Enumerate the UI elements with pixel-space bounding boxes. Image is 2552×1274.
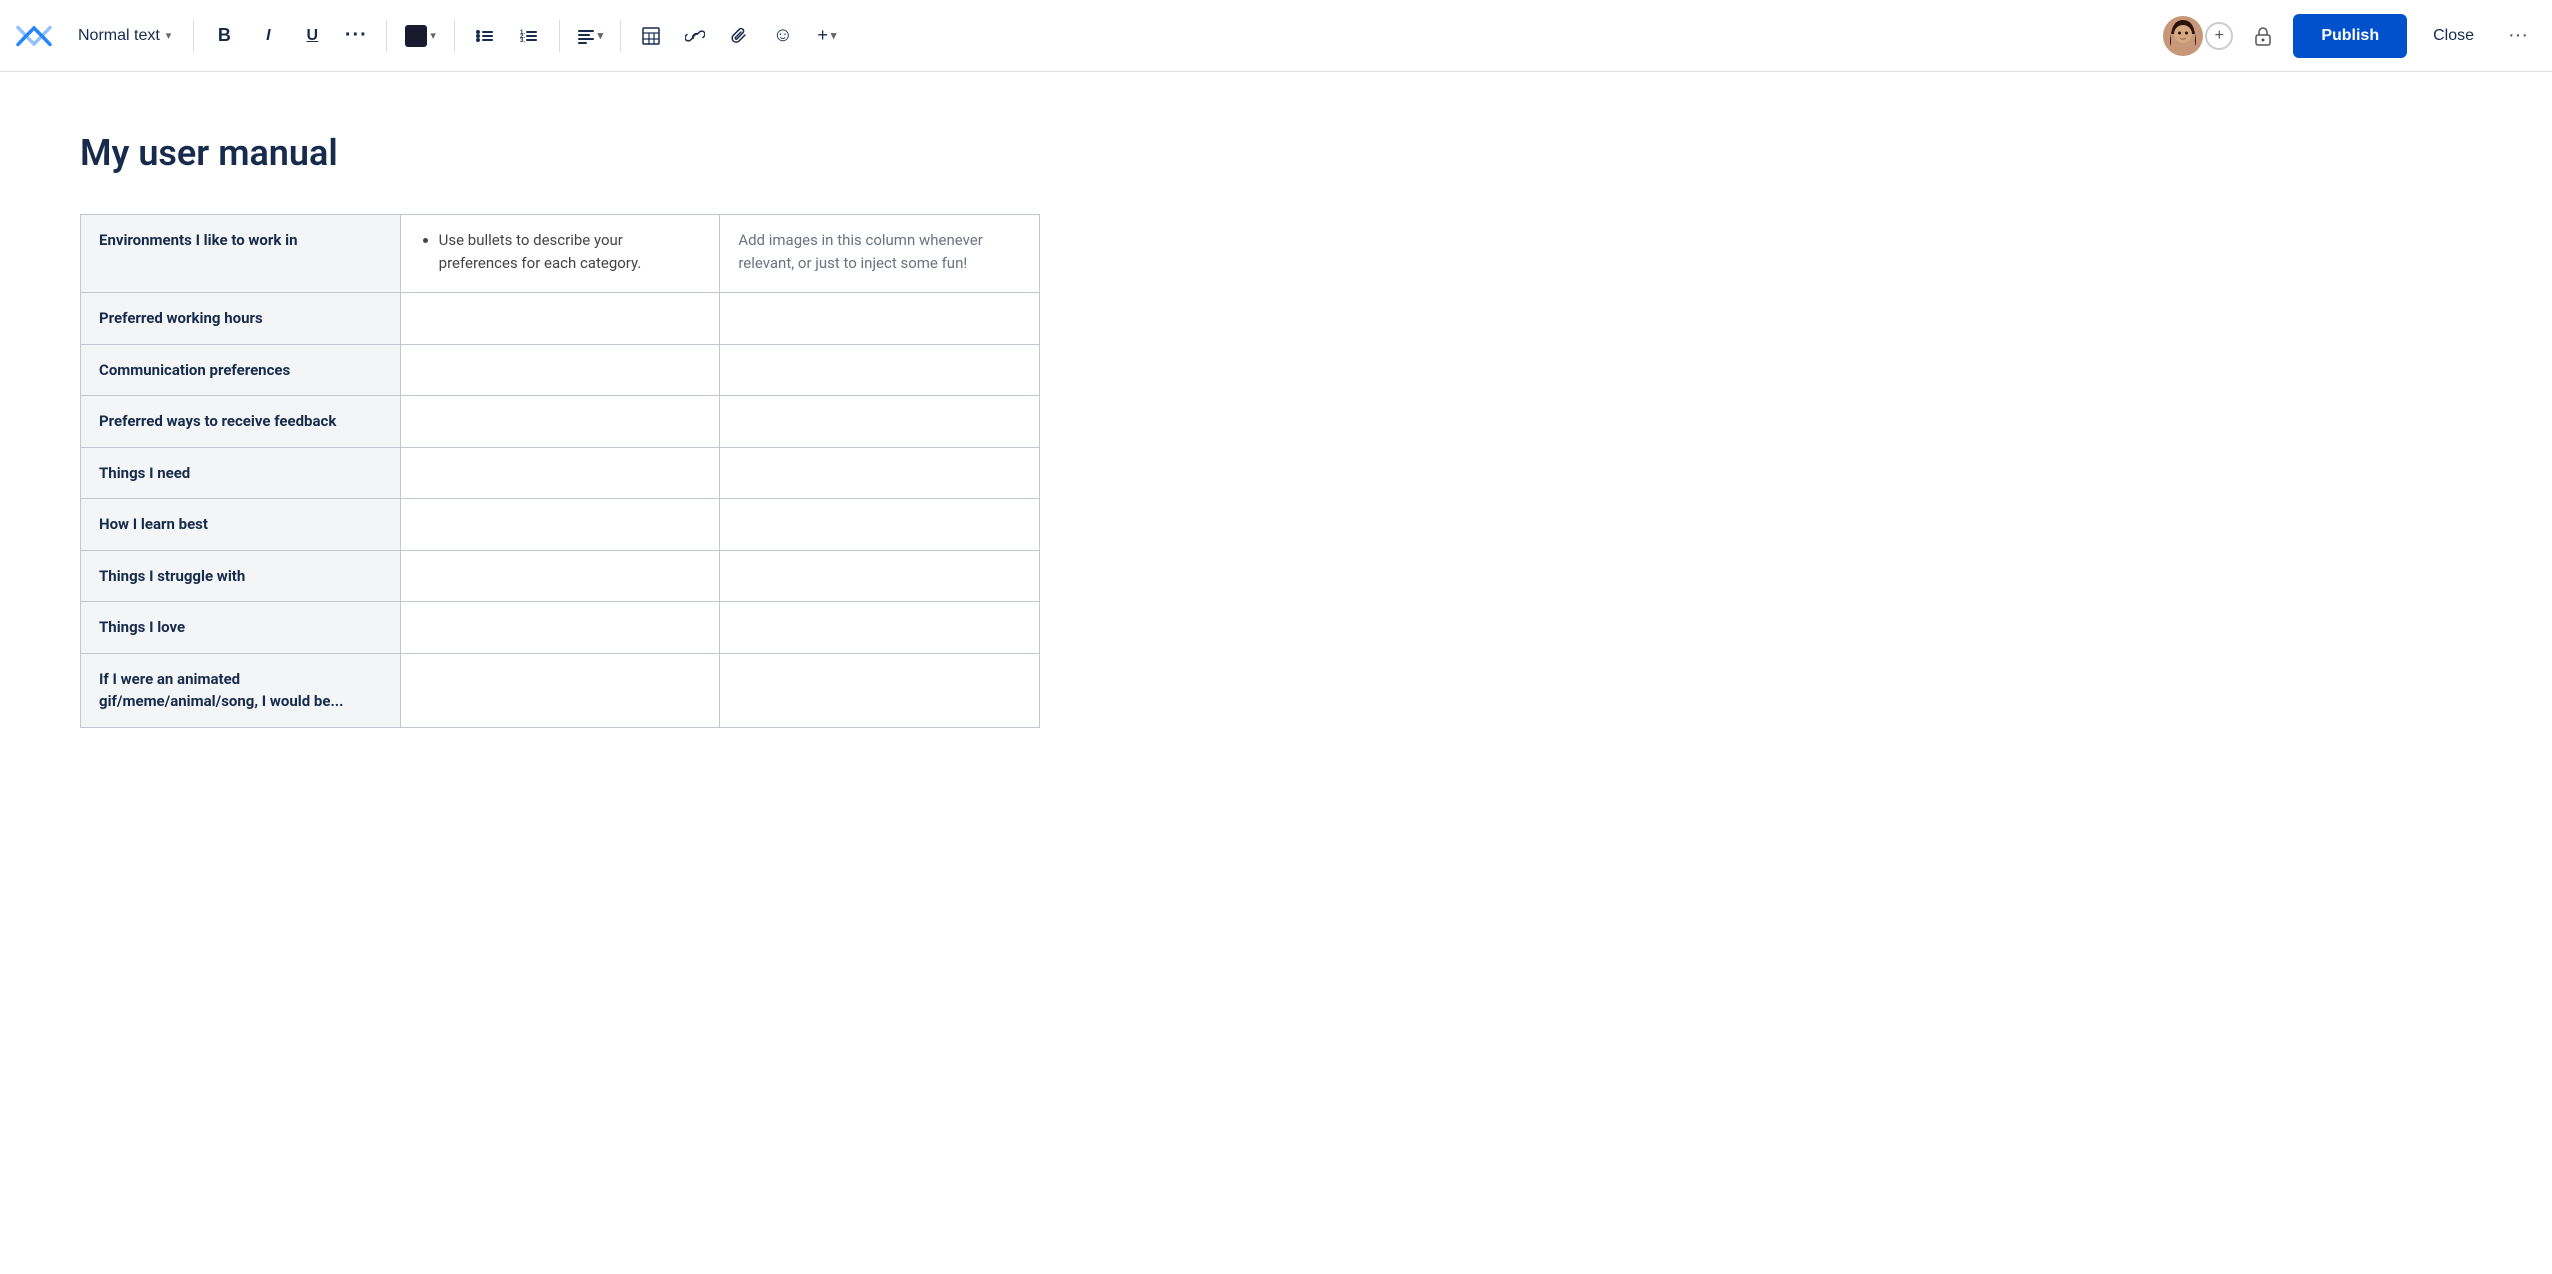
close-button[interactable]: Close — [2417, 14, 2490, 58]
table-row: How I learn best — [81, 499, 1040, 551]
text-style-dropdown[interactable]: Normal text ▾ — [68, 21, 181, 51]
row-label[interactable]: Things I love — [81, 602, 401, 654]
publish-button[interactable]: Publish — [2293, 14, 2407, 58]
chevron-down-icon-insert: ▾ — [831, 29, 837, 42]
row-bullets[interactable] — [400, 653, 720, 727]
chevron-down-icon: ▾ — [166, 29, 172, 42]
row-images[interactable] — [720, 396, 1040, 448]
svg-text:3.: 3. — [520, 38, 525, 44]
row-images[interactable] — [720, 344, 1040, 396]
link-icon — [685, 26, 705, 46]
row-images[interactable] — [720, 293, 1040, 345]
plus-icon: + — [817, 25, 828, 46]
row-label[interactable]: Communication preferences — [81, 344, 401, 396]
row-bullets[interactable] — [400, 499, 720, 551]
table-row: Things I struggle with — [81, 550, 1040, 602]
page-title: My user manual — [80, 132, 2472, 174]
table-row: Things I need — [81, 447, 1040, 499]
row-bullets[interactable] — [400, 602, 720, 654]
divider-2 — [386, 20, 387, 52]
text-style-label: Normal text — [78, 27, 160, 45]
row-images[interactable] — [720, 602, 1040, 654]
divider-4 — [559, 20, 560, 52]
toolbar-right: + Publish Close ··· — [2163, 14, 2536, 58]
divider-1 — [193, 20, 194, 52]
insert-button[interactable]: + ▾ — [809, 18, 845, 54]
ellipsis-icon: ··· — [345, 24, 368, 47]
attachment-button[interactable] — [721, 18, 757, 54]
more-options-button[interactable]: ··· — [2500, 18, 2536, 54]
toolbar: Normal text ▾ B I U ··· ▾ 1. — [0, 0, 2552, 72]
attachment-icon — [729, 26, 749, 46]
row-bullets[interactable] — [400, 550, 720, 602]
text-color-button[interactable]: ▾ — [399, 21, 442, 51]
italic-button[interactable]: I — [250, 18, 286, 54]
avatar[interactable] — [2163, 16, 2203, 56]
align-button[interactable]: ▾ — [572, 18, 608, 54]
row-label[interactable]: Things I struggle with — [81, 550, 401, 602]
bold-button[interactable]: B — [206, 18, 242, 54]
more-formatting-button[interactable]: ··· — [338, 18, 374, 54]
row-label[interactable]: Things I need — [81, 447, 401, 499]
table-row: Environments I like to work inUse bullet… — [81, 215, 1040, 293]
row-bullets[interactable] — [400, 396, 720, 448]
table-icon — [641, 26, 661, 46]
row-bullets[interactable] — [400, 447, 720, 499]
row-label[interactable]: Preferred ways to receive feedback — [81, 396, 401, 448]
table-row: Preferred working hours — [81, 293, 1040, 345]
numbered-list-button[interactable]: 1. 2. 3. — [511, 18, 547, 54]
plus-icon-collaborator: + — [2215, 27, 2224, 45]
lock-icon — [2252, 25, 2274, 47]
chevron-down-icon-color: ▾ — [430, 29, 436, 42]
add-collaborator-button[interactable]: + — [2205, 22, 2233, 50]
align-icon — [577, 27, 595, 45]
row-images[interactable] — [720, 550, 1040, 602]
row-label[interactable]: Environments I like to work in — [81, 215, 401, 293]
row-bullets[interactable]: Use bullets to describe your preferences… — [400, 215, 720, 293]
row-label[interactable]: Preferred working hours — [81, 293, 401, 345]
numbered-list-icon: 1. 2. 3. — [519, 26, 539, 46]
divider-3 — [454, 20, 455, 52]
table-row: Preferred ways to receive feedback — [81, 396, 1040, 448]
divider-5 — [620, 20, 621, 52]
underline-button[interactable]: U — [294, 18, 330, 54]
emoji-button[interactable]: ☺ — [765, 18, 801, 54]
three-dots-icon: ··· — [2508, 24, 2528, 47]
row-images[interactable] — [720, 499, 1040, 551]
row-label[interactable]: How I learn best — [81, 499, 401, 551]
link-button[interactable] — [677, 18, 713, 54]
row-images[interactable]: Add images in this column whenever relev… — [720, 215, 1040, 293]
lock-button[interactable] — [2243, 16, 2283, 56]
row-images[interactable] — [720, 447, 1040, 499]
table-row: If I were an animated gif/meme/animal/so… — [81, 653, 1040, 727]
chevron-down-icon-align: ▾ — [598, 29, 604, 42]
user-manual-table: Environments I like to work inUse bullet… — [80, 214, 1040, 728]
bullet-list-button[interactable] — [467, 18, 503, 54]
confluence-logo[interactable] — [16, 18, 52, 54]
avatar-wrap: + — [2163, 16, 2233, 56]
bullet-list-icon — [475, 26, 495, 46]
row-label[interactable]: If I were an animated gif/meme/animal/so… — [81, 653, 401, 727]
table-row: Communication preferences — [81, 344, 1040, 396]
content-area: My user manual Environments I like to wo… — [0, 72, 2552, 1274]
emoji-icon: ☺ — [773, 24, 793, 47]
row-bullets[interactable] — [400, 344, 720, 396]
color-swatch — [405, 25, 427, 47]
table-button[interactable] — [633, 18, 669, 54]
table-row: Things I love — [81, 602, 1040, 654]
row-images[interactable] — [720, 653, 1040, 727]
row-bullets[interactable] — [400, 293, 720, 345]
